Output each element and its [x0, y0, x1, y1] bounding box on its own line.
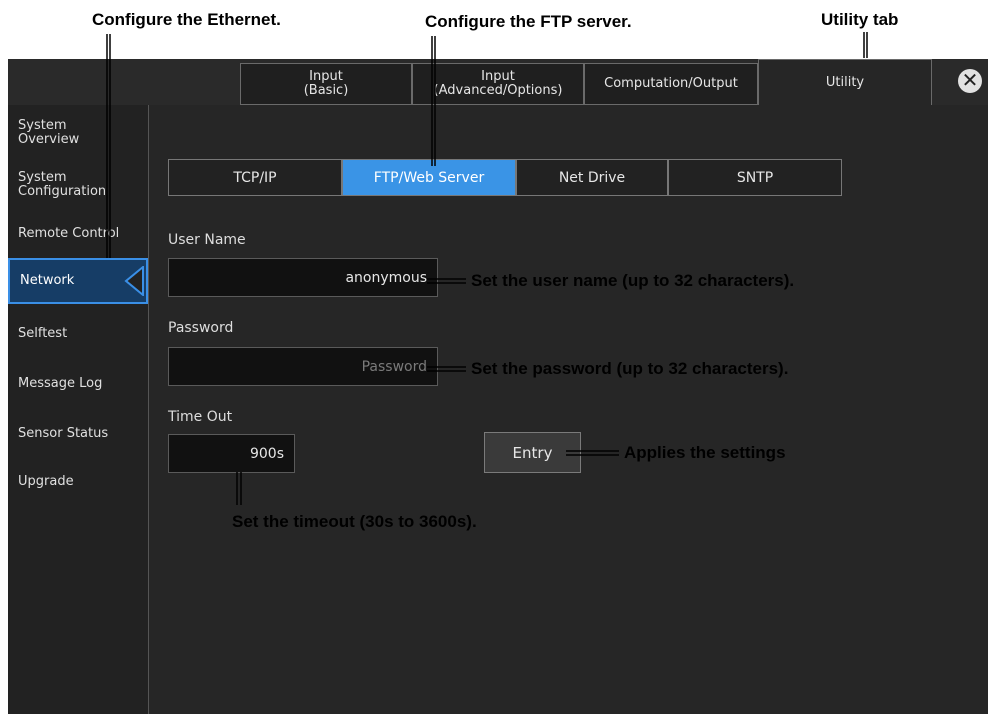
callout-user-name: Set the user name (up to 32 characters). — [471, 271, 795, 290]
callout-entry: Applies the settings — [624, 443, 786, 462]
callout-timeout: Set the timeout (30s to 3600s). — [232, 512, 477, 531]
callout-password: Set the password (up to 32 characters). — [471, 359, 789, 378]
callout-lines — [106, 32, 868, 505]
